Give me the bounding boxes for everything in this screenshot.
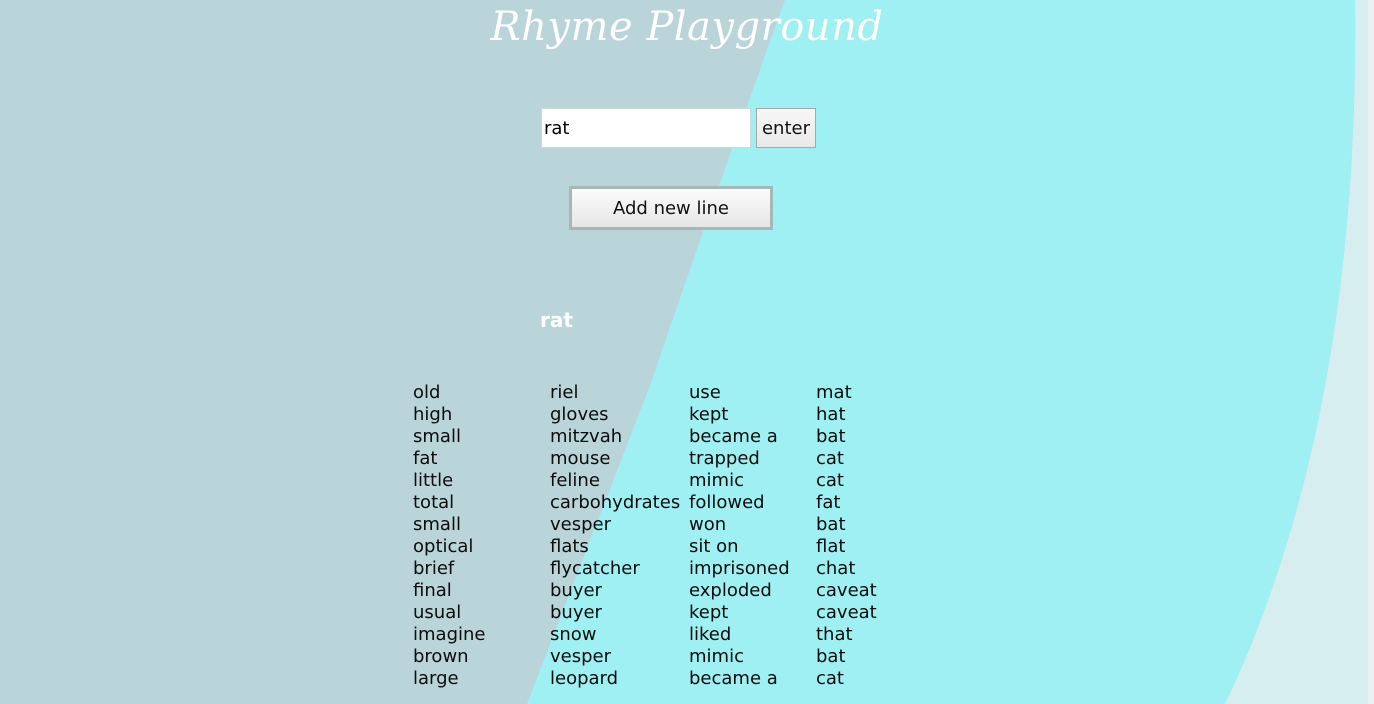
word-input[interactable] bbox=[541, 108, 751, 148]
list-item: mat bbox=[816, 382, 852, 403]
list-item: small bbox=[413, 514, 461, 535]
list-item: fat bbox=[816, 492, 841, 513]
current-word-label: rat bbox=[540, 308, 573, 332]
list-item: followed bbox=[689, 492, 765, 513]
list-item: fat bbox=[413, 448, 438, 469]
list-item: total bbox=[413, 492, 455, 513]
list-item: final bbox=[413, 580, 452, 601]
list-item: mitzvah bbox=[550, 426, 623, 447]
list-item: cat bbox=[816, 448, 844, 469]
list-item: little bbox=[413, 470, 454, 491]
list-item: became a bbox=[689, 426, 778, 447]
list-item: large bbox=[413, 668, 459, 689]
list-item: that bbox=[816, 624, 853, 645]
list-item: bat bbox=[816, 514, 846, 535]
list-item: mouse bbox=[550, 448, 611, 469]
list-item: riel bbox=[550, 382, 579, 403]
list-item: imprisoned bbox=[689, 558, 790, 579]
list-item: mimic bbox=[689, 646, 744, 667]
list-item: flats bbox=[550, 536, 589, 557]
list-item: feline bbox=[550, 470, 600, 491]
list-item: vesper bbox=[550, 646, 612, 667]
list-item: hat bbox=[816, 404, 846, 425]
word-column-4: mat hat bat cat cat fat bat flat chat ca… bbox=[816, 382, 877, 690]
list-item: flat bbox=[816, 536, 846, 557]
background-art bbox=[0, 0, 1374, 704]
list-item: kept bbox=[689, 602, 729, 623]
word-column-1: old high small fat little total small op… bbox=[413, 382, 485, 690]
list-item: bat bbox=[816, 646, 846, 667]
list-item: old bbox=[413, 382, 441, 403]
list-item: small bbox=[413, 426, 461, 447]
list-item: high bbox=[413, 404, 453, 425]
list-item: bat bbox=[816, 426, 846, 447]
list-item: mimic bbox=[689, 470, 744, 491]
list-item: sit on bbox=[689, 536, 739, 557]
list-item: won bbox=[689, 514, 727, 535]
list-item: use bbox=[689, 382, 721, 403]
word-column-2: riel gloves mitzvah mouse feline carbohy… bbox=[550, 382, 680, 690]
list-item: flycatcher bbox=[550, 558, 640, 579]
page: Rhyme Playground enter Add new line rat … bbox=[0, 0, 1374, 704]
scrollbar[interactable] bbox=[1368, 0, 1374, 704]
list-item: buyer bbox=[550, 580, 602, 601]
list-item: carbohydrates bbox=[550, 492, 681, 513]
app-title: Rhyme Playground bbox=[490, 4, 884, 50]
list-item: caveat bbox=[816, 602, 877, 623]
list-item: buyer bbox=[550, 602, 602, 623]
list-item: brief bbox=[413, 558, 455, 579]
list-item: snow bbox=[550, 624, 597, 645]
list-item: usual bbox=[413, 602, 462, 623]
list-item: cat bbox=[816, 668, 844, 689]
list-item: chat bbox=[816, 558, 856, 579]
list-item: optical bbox=[413, 536, 474, 557]
list-item: trapped bbox=[689, 448, 760, 469]
enter-button[interactable]: enter bbox=[756, 108, 816, 148]
add-new-line-button[interactable]: Add new line bbox=[569, 186, 773, 230]
list-item: gloves bbox=[550, 404, 609, 425]
list-item: leopard bbox=[550, 668, 619, 689]
list-item: became a bbox=[689, 668, 778, 689]
list-item: kept bbox=[689, 404, 729, 425]
list-item: exploded bbox=[689, 580, 772, 601]
list-item: brown bbox=[413, 646, 469, 667]
list-item: imagine bbox=[413, 624, 486, 645]
list-item: caveat bbox=[816, 580, 877, 601]
list-item: cat bbox=[816, 470, 844, 491]
list-item: vesper bbox=[550, 514, 612, 535]
word-column-3: use kept became a trapped mimic followed… bbox=[689, 382, 790, 690]
list-item: liked bbox=[689, 624, 732, 645]
